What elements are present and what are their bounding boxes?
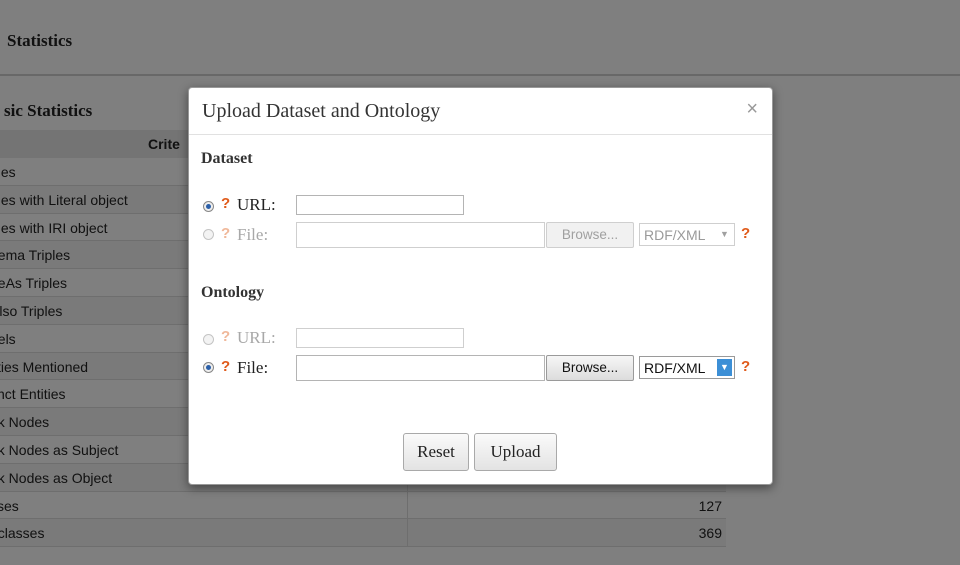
dataset-url-row: ? URL: [203,194,763,220]
dataset-url-input[interactable] [296,195,464,215]
dataset-browse-button[interactable]: Browse... [546,222,634,248]
ontology-url-input[interactable] [296,328,464,348]
ontology-heading: Ontology [201,284,265,301]
upload-button[interactable]: Upload [474,433,557,471]
dataset-url-label: URL: [237,195,276,214]
ontology-url-row: ? URL: [203,327,763,353]
chevron-down-icon: ▼ [717,359,732,376]
dataset-format-value: RDF/XML [644,227,706,243]
help-icon[interactable]: ? [741,225,750,242]
dataset-file-radio[interactable] [203,229,214,240]
dataset-format-select[interactable]: RDF/XML ▼ [639,223,735,246]
ontology-url-label: URL: [237,328,276,347]
ontology-browse-button[interactable]: Browse... [546,355,634,381]
dataset-file-row: ? File: Browse... RDF/XML ▼ ? [203,222,763,248]
ontology-file-radio[interactable] [203,362,214,373]
dataset-url-radio[interactable] [203,201,214,212]
dialog-header: Upload Dataset and Ontology × [189,88,772,135]
ontology-format-value: RDF/XML [644,360,706,376]
reset-button[interactable]: Reset [403,433,469,471]
help-icon[interactable]: ? [221,225,230,242]
dialog-title: Upload Dataset and Ontology [202,100,441,122]
help-icon[interactable]: ? [221,328,230,345]
dataset-heading: Dataset [201,150,253,167]
upload-dialog: Upload Dataset and Ontology × Dataset ? … [188,87,773,485]
close-icon[interactable]: × [746,98,758,121]
ontology-file-label: File: [237,358,269,377]
ontology-file-row: ? File: Browse... RDF/XML ▼ ? [203,355,763,381]
ontology-url-radio[interactable] [203,334,214,345]
help-icon[interactable]: ? [741,358,750,375]
ontology-file-field[interactable] [296,355,545,381]
help-icon[interactable]: ? [221,195,230,212]
dataset-file-field[interactable] [296,222,545,248]
dataset-file-label: File: [237,225,269,244]
ontology-format-select[interactable]: RDF/XML ▼ [639,356,735,379]
help-icon[interactable]: ? [221,358,230,375]
chevron-down-icon: ▼ [717,226,732,243]
